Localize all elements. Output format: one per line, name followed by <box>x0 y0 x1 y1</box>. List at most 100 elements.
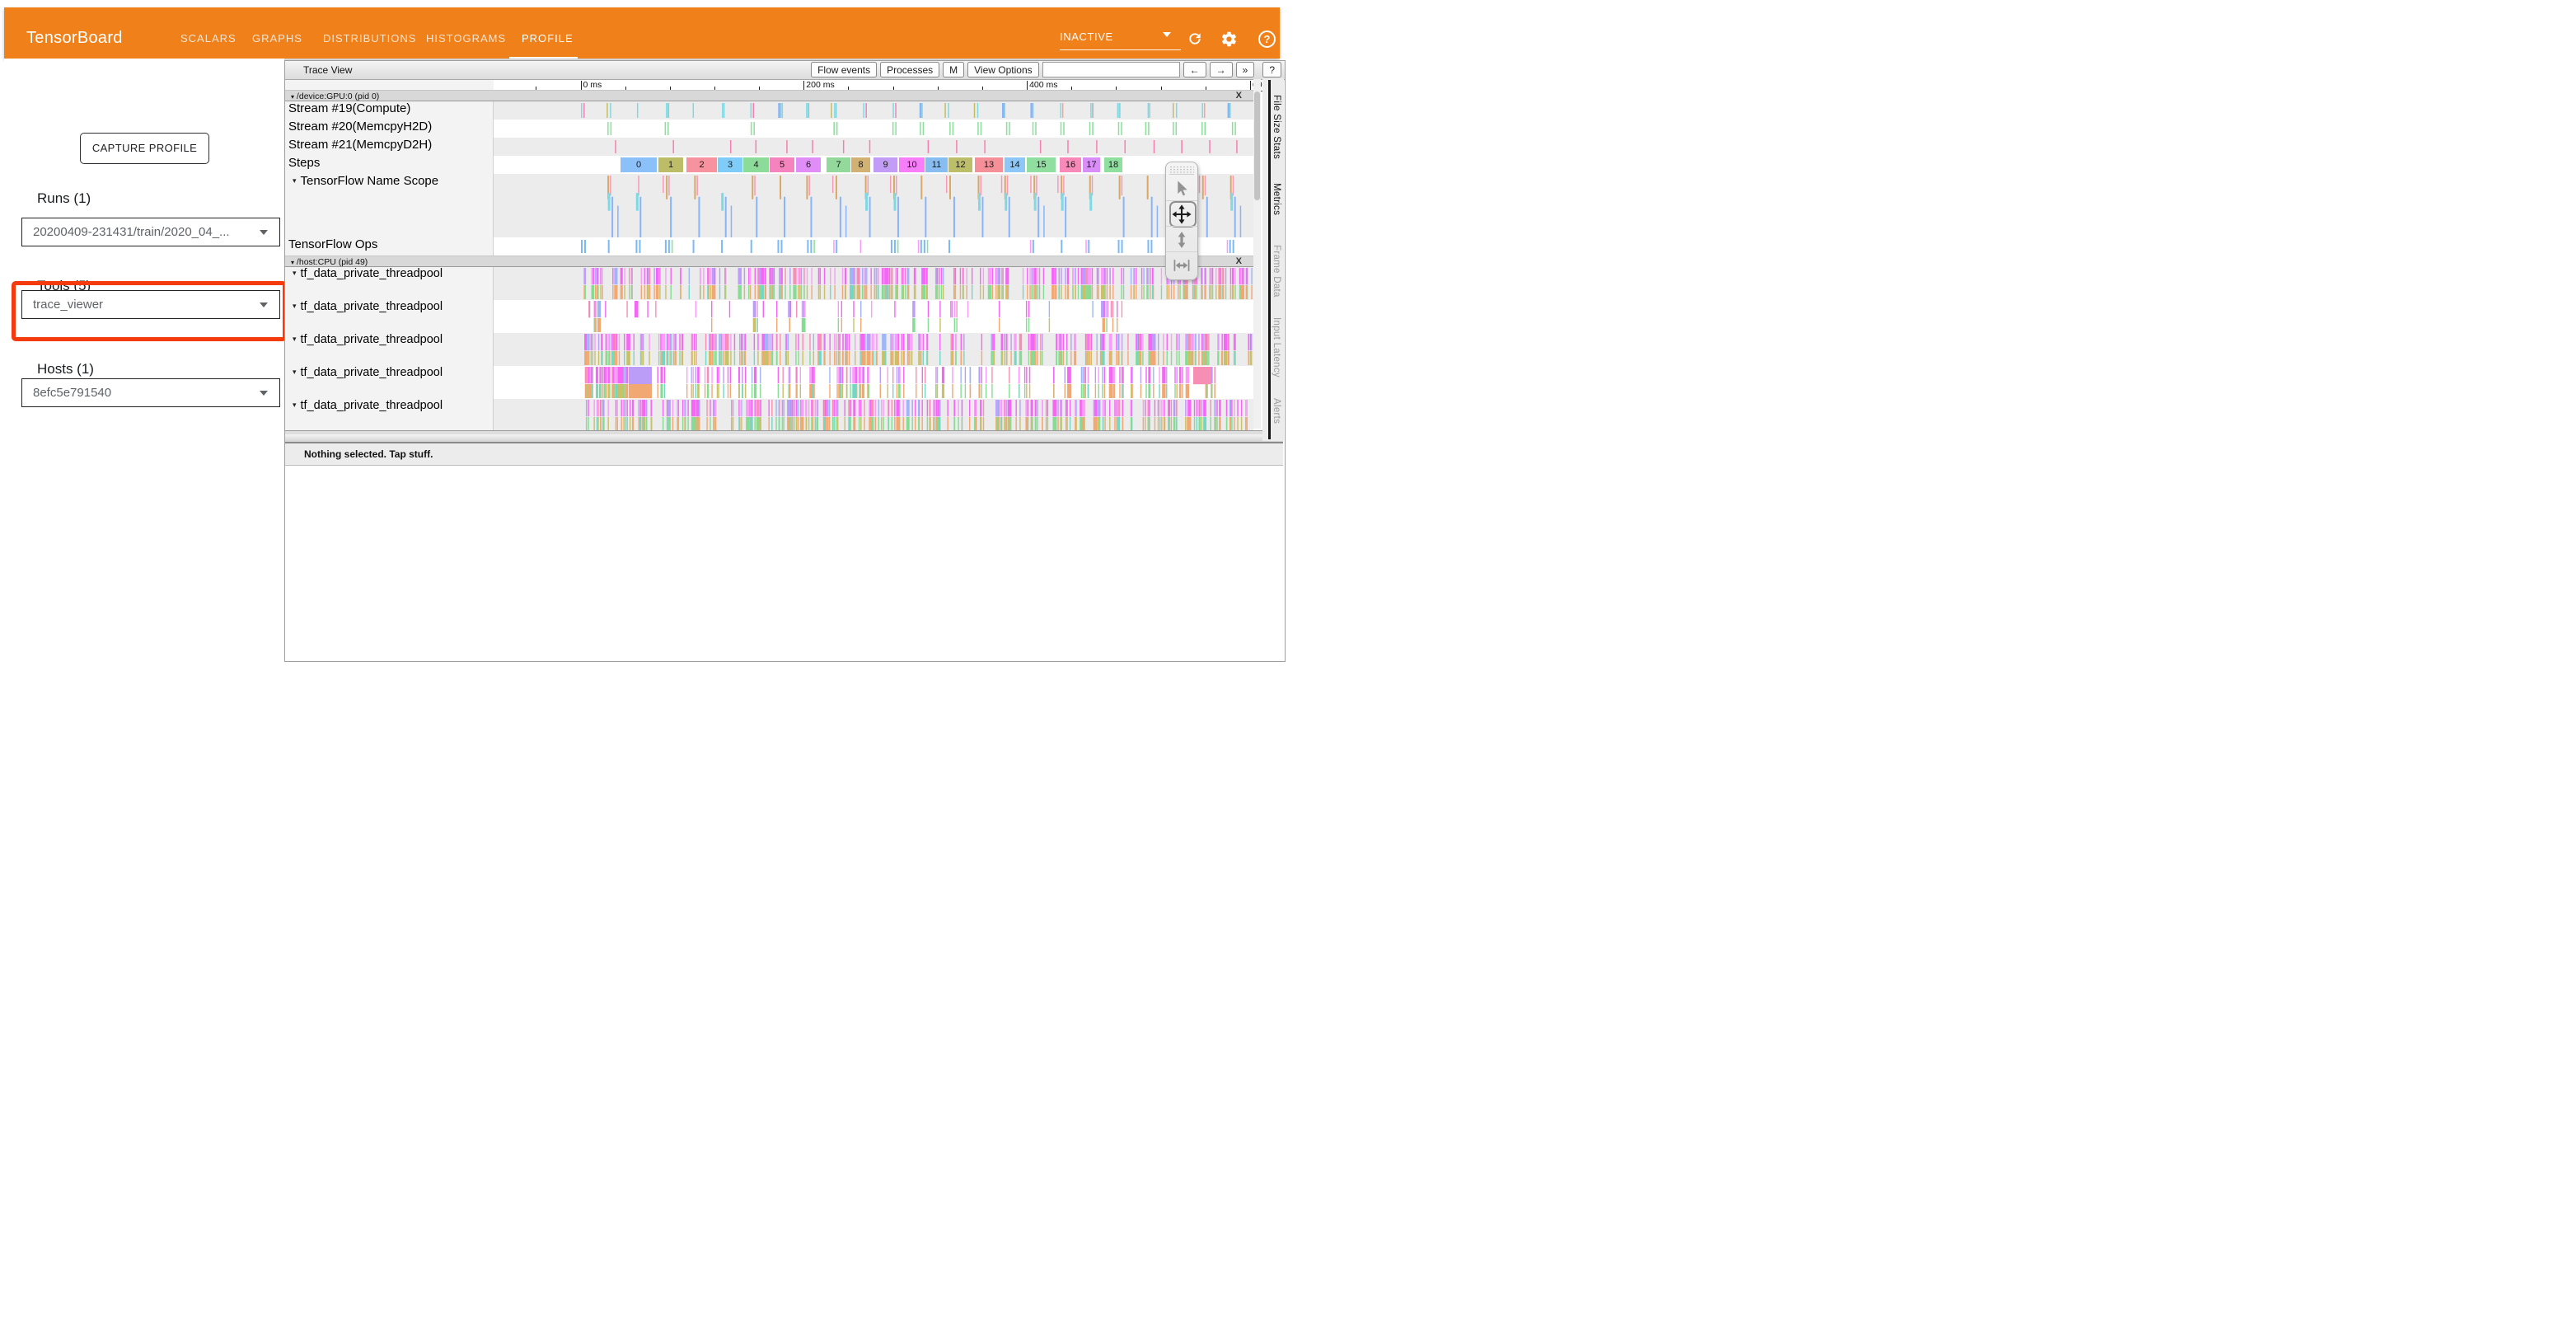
row-label[interactable]: ▾tf_data_private_threadpool <box>285 300 494 333</box>
step-block-7[interactable]: 7 <box>827 157 850 172</box>
trace-search-input[interactable] <box>1042 62 1180 77</box>
row-label[interactable]: ▾tf_data_private_threadpool <box>285 267 494 300</box>
timeline-scrollbar-thumb[interactable] <box>1254 91 1260 200</box>
trace-events-canvas[interactable] <box>494 174 1253 237</box>
step-block-6[interactable]: 6 <box>796 157 821 172</box>
collapse-arrow-icon[interactable]: ▾ <box>293 269 297 278</box>
step-block-17[interactable]: 17 <box>1083 157 1100 172</box>
trace-events-canvas[interactable] <box>494 120 1253 138</box>
step-block-2[interactable]: 2 <box>686 157 717 172</box>
collapse-arrow-icon[interactable]: ▾ <box>291 259 294 266</box>
tab-graphs[interactable]: GRAPHS <box>252 32 302 45</box>
step-block-16[interactable]: 16 <box>1060 157 1081 172</box>
runs-select[interactable]: 20200409-231431/train/2020_04_... <box>21 218 280 246</box>
step-block-8[interactable]: 8 <box>851 157 870 172</box>
tools-select[interactable]: trace_viewer <box>21 290 280 319</box>
step-block-13[interactable]: 13 <box>975 157 1003 172</box>
palette-drag-handle[interactable] <box>1169 166 1194 175</box>
collapse-arrow-icon[interactable]: ▾ <box>293 401 297 410</box>
step-block-0[interactable]: 0 <box>621 157 657 172</box>
row-track[interactable] <box>494 101 1253 120</box>
row-track[interactable] <box>494 300 1253 333</box>
expand-button[interactable]: » <box>1236 62 1255 77</box>
section-title: ▾ /device:GPU:0 (pid 0) <box>291 91 379 101</box>
row-track[interactable] <box>494 120 1253 138</box>
row-track[interactable] <box>494 138 1253 156</box>
trace-events-canvas[interactable] <box>494 101 1253 120</box>
collapse-arrow-icon[interactable]: ▾ <box>293 368 297 377</box>
side-tab-metrics[interactable]: Metrics <box>1272 183 1281 215</box>
nav-back-button[interactable]: ← <box>1183 62 1206 77</box>
pane-splitter-handle[interactable] <box>285 434 1283 443</box>
step-block-11[interactable]: 11 <box>925 157 948 172</box>
trace-events-canvas[interactable] <box>494 300 1253 333</box>
row-track[interactable]: 0123456789101112131415161718 <box>494 156 1253 174</box>
row-track[interactable] <box>494 366 1253 399</box>
nav-forward-button[interactable]: → <box>1210 62 1233 77</box>
row-track[interactable] <box>494 174 1253 237</box>
trace-events-canvas[interactable] <box>494 138 1253 156</box>
step-block-5[interactable]: 5 <box>770 157 794 172</box>
side-tab-alerts[interactable]: Alerts <box>1272 398 1281 424</box>
select-tool-button[interactable] <box>1166 175 1197 200</box>
view-options-button[interactable]: View Options <box>967 62 1038 77</box>
section-header[interactable]: ▾ /device:GPU:0 (pid 0) X <box>285 90 1253 101</box>
zoom-horizontal-tool-button[interactable] <box>1166 251 1197 278</box>
pan-tool-button[interactable] <box>1166 200 1197 227</box>
trace-events-canvas[interactable] <box>494 237 1253 256</box>
row-label[interactable]: ▾tf_data_private_threadpool <box>285 399 494 432</box>
capture-profile-button[interactable]: CAPTURE PROFILE <box>80 133 209 164</box>
processes-button[interactable]: Processes <box>880 62 939 77</box>
row-label[interactable]: TensorFlow Ops <box>285 237 494 256</box>
step-block-10[interactable]: 10 <box>899 157 925 172</box>
hosts-select[interactable]: 8efc5e791540 <box>21 378 280 407</box>
refresh-icon[interactable] <box>1187 30 1205 49</box>
section-close-button[interactable]: X <box>1236 256 1242 266</box>
row-label[interactable]: ▾tf_data_private_threadpool <box>285 333 494 366</box>
row-track[interactable] <box>494 333 1253 366</box>
step-block-3[interactable]: 3 <box>718 157 742 172</box>
help-icon[interactable]: ? <box>1258 30 1276 48</box>
step-block-15[interactable]: 15 <box>1027 157 1056 172</box>
row-label[interactable]: ▾TensorFlow Name Scope <box>285 174 494 237</box>
collapse-arrow-icon[interactable]: ▾ <box>291 93 294 101</box>
step-block-4[interactable]: 4 <box>743 157 769 172</box>
trace-events-canvas[interactable] <box>494 366 1253 399</box>
flow-events-button[interactable]: Flow events <box>811 62 877 77</box>
side-tab-frame-data[interactable]: Frame Data <box>1272 245 1281 298</box>
row-label[interactable]: Stream #19(Compute) <box>285 101 494 120</box>
step-block-12[interactable]: 12 <box>948 157 972 172</box>
tab-histograms[interactable]: HISTOGRAMS <box>426 32 506 45</box>
side-tab-input-latency[interactable]: Input Latency <box>1272 317 1281 378</box>
tab-profile[interactable]: PROFILE <box>522 32 574 45</box>
row-track[interactable] <box>494 267 1253 300</box>
step-block-1[interactable]: 1 <box>658 157 683 172</box>
trace-events-canvas[interactable] <box>494 333 1253 366</box>
row-label[interactable]: Steps <box>285 156 494 174</box>
step-block-9[interactable]: 9 <box>873 157 897 172</box>
trace-events-canvas[interactable] <box>494 399 1253 432</box>
collapse-arrow-icon[interactable]: ▾ <box>293 176 297 185</box>
tab-distributions[interactable]: DISTRIBUTIONS <box>323 32 416 45</box>
section-header[interactable]: ▾ /host:CPU (pid 49)X <box>285 256 1253 267</box>
trace-help-button[interactable]: ? <box>1262 62 1281 77</box>
row-label[interactable]: ▾tf_data_private_threadpool <box>285 366 494 399</box>
collapse-arrow-icon[interactable]: ▾ <box>293 302 297 311</box>
step-block-14[interactable]: 14 <box>1005 157 1025 172</box>
status-dropdown[interactable]: INACTIVE <box>1060 30 1113 43</box>
metadata-button[interactable]: M <box>943 62 964 77</box>
trace-events-canvas[interactable] <box>494 267 1253 300</box>
tab-scalars[interactable]: SCALARS <box>180 32 237 45</box>
status-dropdown-underline <box>1060 49 1181 50</box>
collapse-arrow-icon[interactable]: ▾ <box>293 335 297 344</box>
ruler-time-label: 400 ms <box>1029 80 1057 90</box>
zoom-vertical-tool-button[interactable] <box>1166 226 1197 252</box>
settings-gear-icon[interactable] <box>1220 30 1239 49</box>
row-track[interactable] <box>494 237 1253 256</box>
section-close-button[interactable]: X <box>1236 91 1242 101</box>
side-tab-file-size-stats[interactable]: File Size Stats <box>1272 95 1281 159</box>
row-label[interactable]: Stream #21(MemcpyD2H) <box>285 138 494 156</box>
row-track[interactable] <box>494 399 1253 432</box>
row-label[interactable]: Stream #20(MemcpyH2D) <box>285 120 494 138</box>
step-block-18[interactable]: 18 <box>1104 157 1122 172</box>
